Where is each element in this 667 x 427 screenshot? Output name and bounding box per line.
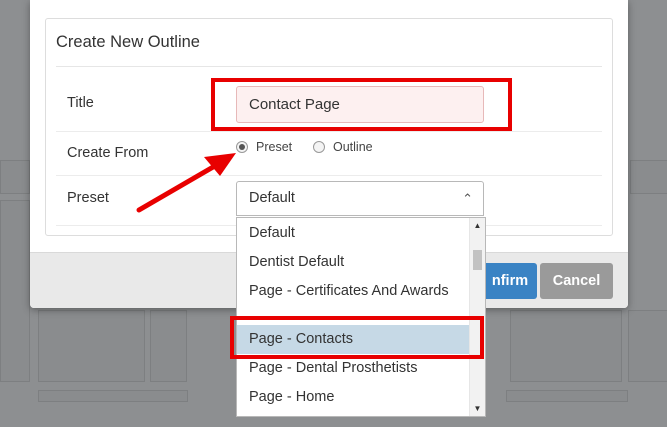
annotation-arrow-icon [136,153,236,213]
